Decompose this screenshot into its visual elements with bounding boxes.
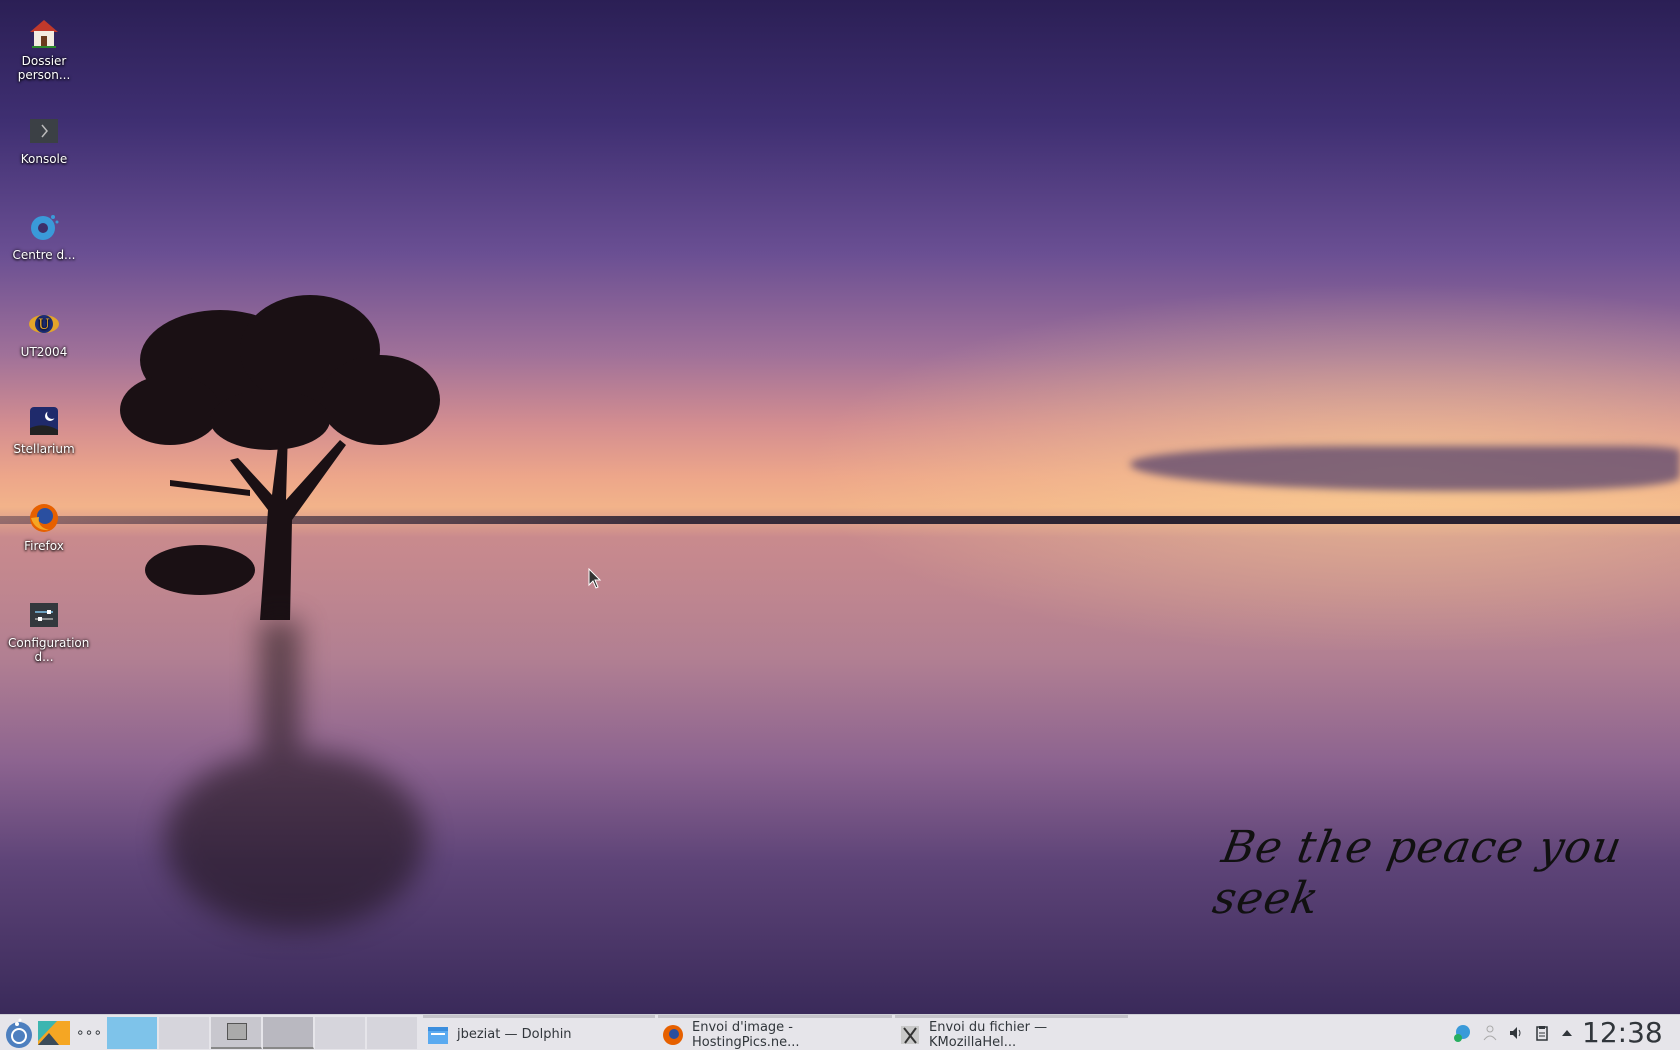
desktop-icon-label: Stellarium <box>13 442 75 456</box>
firefox-icon <box>30 504 58 532</box>
application-launcher-button[interactable] <box>2 1015 36 1051</box>
more-options-icon[interactable]: ∘∘∘ <box>74 1015 104 1051</box>
task-firefox[interactable]: Envoi d'image - HostingPics.ne... <box>658 1015 892 1051</box>
pager-window-thumbnail <box>227 1023 247 1040</box>
folder-icon <box>428 1026 448 1044</box>
desktop-icon-control-center[interactable]: Centre d... <box>8 210 80 262</box>
task-kmozillahelper[interactable]: Envoi du fichier — KMozillaHel... <box>895 1015 1128 1051</box>
user-status-icon[interactable] <box>1482 1024 1500 1042</box>
desktop-icon-stellarium[interactable]: Stellarium <box>8 404 80 456</box>
tree-reflection <box>165 620 425 930</box>
desktop-icon-firefox[interactable]: Firefox <box>8 501 80 553</box>
show-desktop-button[interactable] <box>37 1015 71 1051</box>
expand-tray-arrow-icon[interactable] <box>1558 1024 1576 1042</box>
desktop-icon-label: Konsole <box>20 152 68 166</box>
kde-desktop-icon <box>38 1021 70 1045</box>
pager-desktop-2[interactable] <box>159 1017 210 1049</box>
svg-text:U: U <box>38 317 50 333</box>
x-app-icon <box>901 1025 919 1044</box>
firefox-icon <box>663 1024 683 1045</box>
volume-icon[interactable] <box>1507 1024 1525 1042</box>
wallpaper-quote: Be the peace you seek <box>1209 822 1627 924</box>
mouse-cursor-icon <box>588 568 602 589</box>
tree-silhouette <box>120 295 440 620</box>
stellarium-icon <box>30 407 58 435</box>
pager-desktop-3[interactable] <box>211 1017 262 1049</box>
taskbar: ∘∘∘ jbeziat — Dolphin Envoi d'image - Ho… <box>0 1014 1680 1050</box>
pager-desktop-6[interactable] <box>367 1017 418 1049</box>
launcher-icon <box>6 1018 32 1048</box>
desktop-icon-home[interactable]: Dossier person... <box>8 16 80 82</box>
ut2004-icon: U <box>29 315 59 333</box>
network-updates-icon[interactable] <box>1453 1024 1471 1042</box>
task-dolphin[interactable]: jbeziat — Dolphin <box>423 1015 655 1051</box>
gear-icon <box>31 215 59 240</box>
task-label: jbeziat — Dolphin <box>457 1027 572 1042</box>
settings-sliders-icon <box>30 603 58 627</box>
task-label: Envoi du fichier — KMozillaHel... <box>929 1019 1048 1050</box>
desktop-icon-label: UT2004 <box>20 345 68 359</box>
terminal-icon <box>30 119 58 143</box>
desktop-icon-konsole[interactable]: Konsole <box>8 114 80 166</box>
desktop-icon-label: Dossier person... <box>17 54 71 82</box>
home-folder-icon <box>30 20 58 48</box>
desktop-icon-system-settings[interactable]: Configuration d... <box>8 598 89 664</box>
pager-desktop-1[interactable] <box>107 1017 158 1049</box>
desktop-icon-label: Centre d... <box>12 248 76 262</box>
desktop-icon-label: Firefox <box>24 539 64 553</box>
task-label: Envoi d'image - HostingPics.ne... <box>692 1019 800 1050</box>
desktop-icon-label: Configuration d... <box>8 636 90 664</box>
digital-clock[interactable]: 12:38 <box>1582 1015 1663 1051</box>
pager-desktop-4[interactable] <box>263 1017 314 1049</box>
desktop: Be the peace you seek Dossier person... … <box>0 0 1680 1014</box>
pager-desktop-5[interactable] <box>315 1017 366 1049</box>
desktop-icon-ut2004[interactable]: U UT2004 <box>8 307 80 359</box>
clipboard-icon[interactable] <box>1533 1024 1551 1042</box>
